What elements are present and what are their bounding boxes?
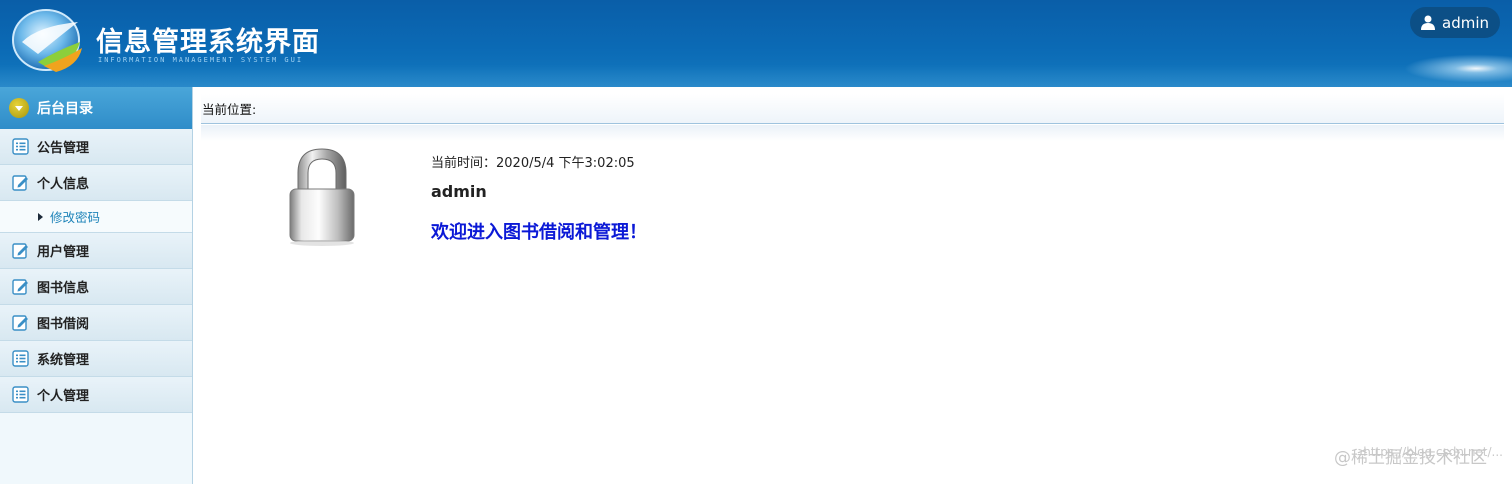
sidebar-item-user-management[interactable]: 用户管理 [0, 233, 192, 269]
edit-icon [12, 243, 28, 259]
sidebar-item-label: 用户管理 [37, 245, 90, 260]
app-header: 信息管理系统界面 INFORMATION MANAGEMENT SYSTEM G… [0, 0, 1512, 87]
welcome-message: 欢迎进入图书借阅和管理！ [431, 222, 647, 243]
edit-icon [12, 175, 28, 191]
app-subtitle: INFORMATION MANAGEMENT SYSTEM GUI [98, 56, 304, 64]
welcome-username: admin [431, 182, 487, 201]
sidebar-item-label: 公告管理 [37, 141, 90, 156]
main-content: 当前位置: 当前时间：2020/5/4 下午3:02:05 admin 欢迎进入… [194, 87, 1512, 484]
user-name: admin [1442, 13, 1489, 32]
user-menu-button[interactable]: admin [1410, 7, 1500, 38]
triangle-right-icon [38, 212, 43, 221]
breadcrumb: 当前位置: [201, 94, 1504, 124]
sidebar: 后台目录 公告管理 个人信息 修改密码 用户管理 图书信息 图书借阅 系统管理 … [0, 87, 193, 484]
header-light-streak [1392, 52, 1512, 82]
sidebar-item-label: 个人管理 [37, 389, 90, 404]
sidebar-heading[interactable]: 后台目录 [0, 87, 192, 129]
sidebar-subitem-label: 修改密码 [50, 210, 101, 225]
header-glow [0, 65, 1512, 87]
sidebar-item-book-info[interactable]: 图书信息 [0, 269, 192, 305]
user-icon [1421, 15, 1435, 30]
edit-icon [12, 279, 28, 295]
sidebar-item-book-borrow[interactable]: 图书借阅 [0, 305, 192, 341]
watermark-text: @稀土掘金技术社区 [1334, 448, 1487, 468]
sidebar-item-label: 系统管理 [37, 353, 90, 368]
breadcrumb-shadow [201, 125, 1504, 141]
current-time: 当前时间：2020/5/4 下午3:02:05 [431, 156, 635, 171]
sidebar-heading-label: 后台目录 [37, 101, 93, 117]
chevron-down-circle-icon [9, 98, 29, 118]
globe-logo-icon [12, 9, 82, 72]
list-icon [12, 386, 29, 403]
lock-icon [289, 148, 355, 246]
sidebar-item-system-management[interactable]: 系统管理 [0, 341, 192, 377]
sidebar-item-label: 图书借阅 [37, 317, 90, 332]
sidebar-item-label: 个人信息 [37, 177, 90, 192]
sidebar-item-personal-management[interactable]: 个人管理 [0, 377, 192, 413]
sidebar-item-label: 图书信息 [37, 281, 90, 296]
app-title: 信息管理系统界面 [96, 27, 320, 58]
edit-icon [12, 315, 28, 331]
list-icon [12, 350, 29, 367]
list-icon [12, 138, 29, 155]
sidebar-item-notice[interactable]: 公告管理 [0, 129, 192, 165]
sidebar-item-personal-info[interactable]: 个人信息 [0, 165, 192, 201]
sidebar-subitem-change-password[interactable]: 修改密码 [0, 201, 192, 233]
